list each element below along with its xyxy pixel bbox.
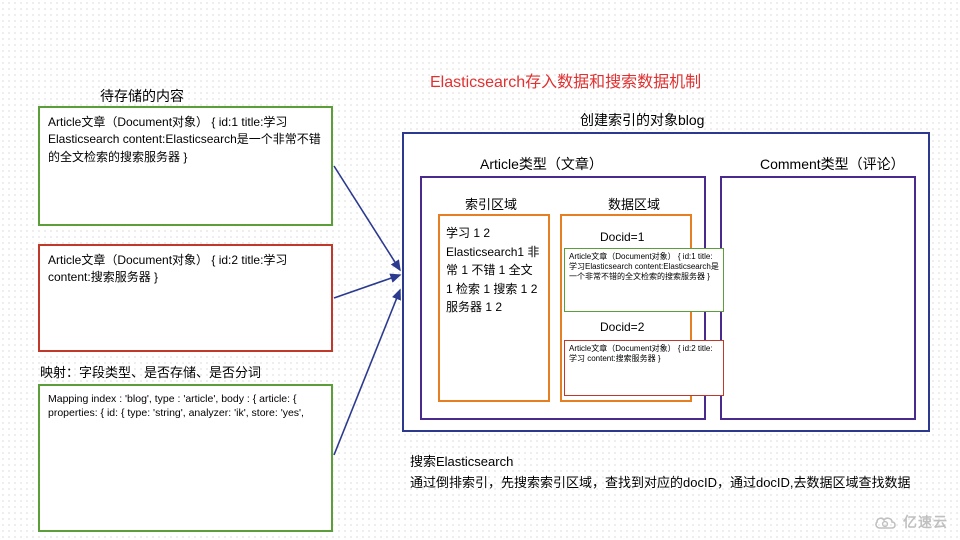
blog-index-title: 创建索引的对象blog [580, 110, 704, 130]
docid-1-label: Docid=1 [600, 230, 644, 244]
comment-type-label: Comment类型（评论） [760, 154, 905, 174]
document-source-1: Article文章（Document对象） { id:1 title:学习Ela… [38, 106, 333, 226]
arrow-doc2-to-blog [334, 275, 400, 298]
cloud-icon [873, 515, 899, 531]
search-explanation: 搜索Elasticsearch 通过倒排索引，先搜索索引区域，查找到对应的doc… [410, 452, 930, 494]
docid-2-label: Docid=2 [600, 320, 644, 334]
stored-document-1: Article文章（Document对象） { id:1 title:学习Ela… [564, 248, 724, 312]
arrow-doc1-to-blog [334, 166, 400, 270]
document-source-2: Article文章（Document对象） { id:2 title:学习 co… [38, 244, 333, 352]
stored-document-2: Article文章（Document对象） { id:2 title:学习 co… [564, 340, 724, 396]
arrow-mapping-to-blog [334, 290, 400, 455]
watermark: 亿速云 [873, 512, 948, 532]
mapping-caption: 映射：字段类型、是否存储、是否分词 [40, 362, 261, 381]
section-title-pending-content: 待存储的内容 [100, 86, 184, 106]
mapping-definition-box: Mapping index : 'blog', type : 'article'… [38, 384, 333, 532]
data-area-label: 数据区域 [608, 194, 660, 213]
index-area-label: 索引区域 [465, 194, 517, 213]
comment-type-container [720, 176, 916, 420]
watermark-text: 亿速云 [903, 514, 948, 530]
diagram-main-title: Elasticsearch存入数据和搜索数据机制 [430, 68, 701, 92]
inverted-index-box: 学习 1 2 Elasticsearch1 非常 1 不错 1 全文 1 检索 … [438, 214, 550, 402]
article-type-label: Article类型（文章） [480, 154, 603, 174]
